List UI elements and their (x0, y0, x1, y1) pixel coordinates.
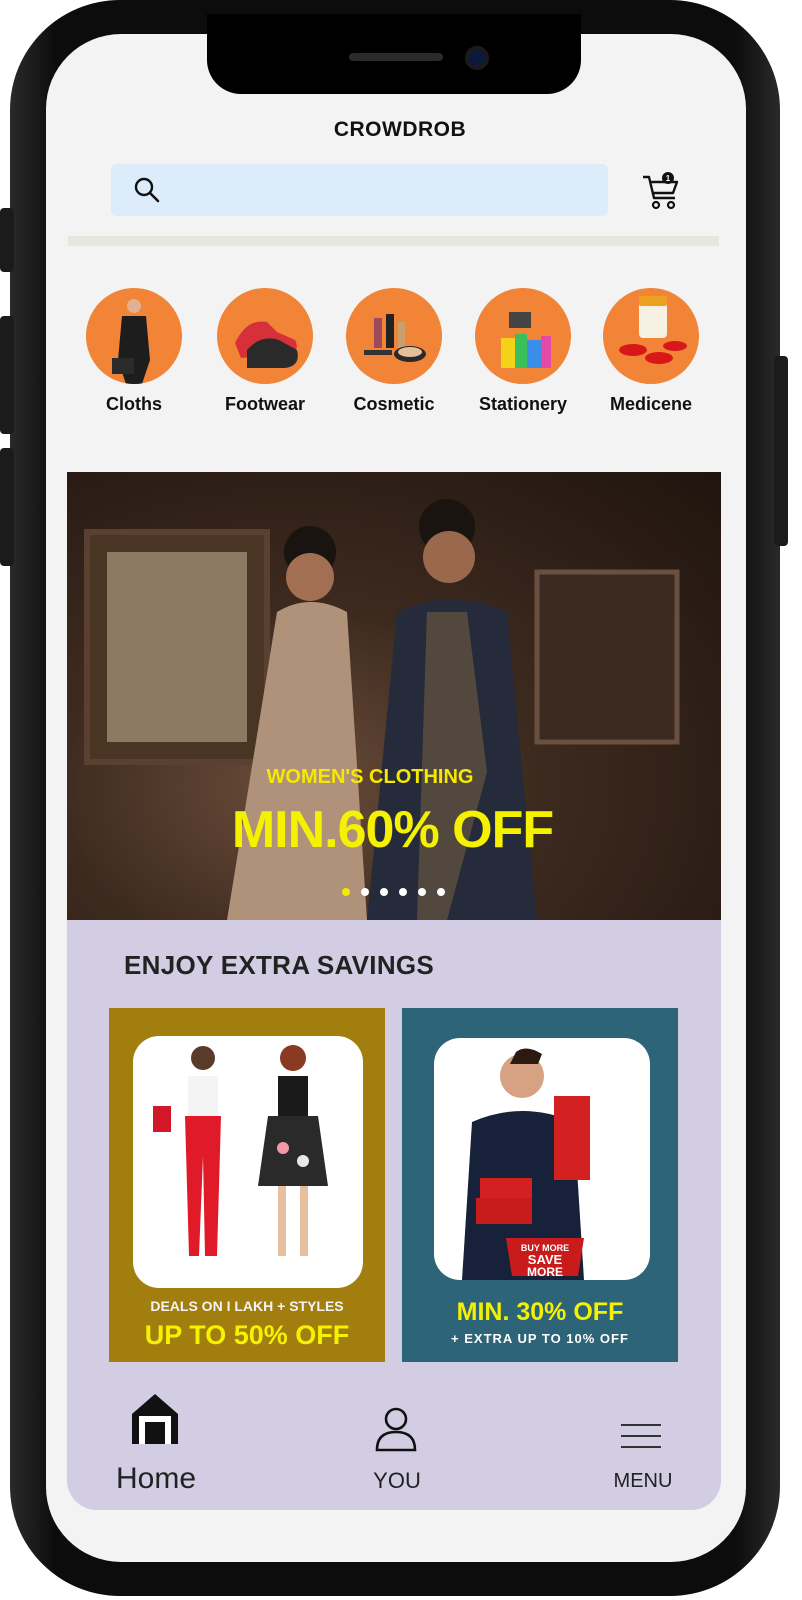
cosmetic-icon (346, 288, 442, 384)
carousel-dot[interactable] (437, 888, 445, 896)
hamburger-menu-icon (621, 1424, 661, 1448)
deal-card-women[interactable]: DEALS ON I LAKH + STYLES UP TO 50% OFF (109, 1008, 385, 1362)
nav-you-label: YOU (373, 1468, 421, 1493)
savings-title: ENJOY EXTRA SAVINGS (124, 950, 435, 980)
stationery-icon (475, 288, 571, 384)
header-divider (68, 236, 719, 246)
home-icon (132, 1394, 178, 1444)
nav-menu-label: MENU (613, 1470, 673, 1492)
category-medicene[interactable]: Medicene (591, 288, 711, 415)
deal-caption: + EXTRA UP TO 10% OFF (451, 1331, 629, 1346)
category-label: Cloths (106, 394, 162, 414)
carousel-dot-active[interactable] (342, 888, 350, 896)
power-button (774, 356, 788, 546)
deal-caption: DEALS ON I LAKH + STYLES (150, 1298, 344, 1314)
app-logo[interactable]: CROWDROB (300, 118, 500, 142)
deal-card-men[interactable]: BUY MORE SAVE MORE MIN. 30% OFF + EXTRA … (402, 1008, 678, 1362)
carousel-dot[interactable] (399, 888, 407, 896)
front-camera (465, 46, 489, 70)
banner-subtitle: WOMEN'S CLOTHING (266, 766, 474, 788)
svg-text:MORE: MORE (527, 1265, 563, 1279)
carousel-dot[interactable] (361, 888, 369, 896)
volume-down-button (0, 448, 14, 566)
speaker (349, 53, 443, 61)
category-label: Stationery (478, 394, 568, 414)
carousel-dot[interactable] (380, 888, 388, 896)
category-label: Footwear (224, 394, 305, 414)
carousel-dot[interactable] (418, 888, 426, 896)
category-label: Cosmetic (353, 394, 435, 414)
deal-offer: MIN. 30% OFF (456, 1298, 624, 1326)
cloths-icon (86, 288, 182, 384)
category-cloths[interactable]: Cloths (74, 288, 194, 415)
banner-headline: MIN.60% OFF (231, 801, 554, 859)
category-label: Medicene (609, 394, 693, 414)
user-icon (375, 1407, 417, 1452)
search-input[interactable] (111, 164, 608, 216)
category-strip: Cloths Footwear Cosmetic Stationery Medi… (80, 288, 710, 428)
category-stationery[interactable]: Stationery (463, 288, 583, 415)
deal-image (133, 1036, 363, 1288)
search-icon (134, 177, 160, 203)
cart-count: 1 (666, 174, 671, 183)
deal-offer: UP TO 50% OFF (144, 1320, 350, 1350)
volume-up-button (0, 316, 14, 434)
deal-image: BUY MORE SAVE MORE (434, 1038, 650, 1280)
category-cosmetic[interactable]: Cosmetic (334, 288, 454, 415)
footwear-icon (217, 288, 313, 384)
nav-home-label: Home (115, 1462, 197, 1495)
mute-switch (0, 208, 14, 272)
cart-icon[interactable]: 1 (640, 170, 682, 212)
category-footwear[interactable]: Footwear (205, 288, 325, 415)
medicine-icon (603, 288, 699, 384)
